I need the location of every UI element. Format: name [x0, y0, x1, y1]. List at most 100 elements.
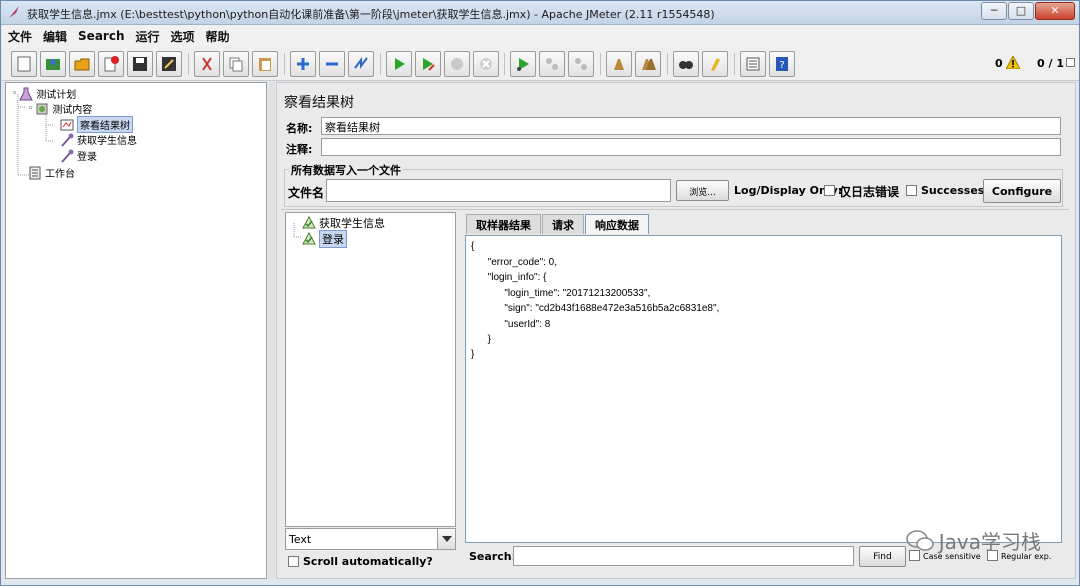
response-line: { — [471, 241, 475, 252]
save-icon[interactable] — [127, 51, 153, 77]
response-line: } — [471, 349, 475, 360]
response-data-text[interactable]: { "error_code": 0, "login_info": { "logi… — [465, 235, 1062, 543]
jmeter-feather-icon — [9, 6, 19, 18]
clear-all-icon[interactable] — [635, 51, 661, 77]
templates-icon[interactable] — [40, 51, 66, 77]
title-bar: 获取学生信息.jmx (E:\besttest\python\python自动化… — [1, 1, 1079, 25]
result-tree-icon — [60, 119, 74, 130]
scroll-automatically-checkbox[interactable] — [288, 556, 299, 567]
thread-group-icon — [36, 103, 48, 114]
errors-only-label: 仅日志错误 — [839, 185, 900, 199]
svg-text:?: ? — [779, 60, 784, 71]
filename-field[interactable] — [326, 179, 671, 202]
response-line: } — [471, 334, 492, 345]
start-icon[interactable] — [386, 51, 412, 77]
test-plan-tree: ◦ 测试计划 ◦ 测试内容 察看结果树 获取学生信息 登录 工作台 — [5, 82, 267, 579]
response-line: "login_info": { — [471, 272, 547, 283]
comment-label: 注释: — [286, 143, 313, 156]
workbench-icon — [29, 166, 41, 179]
tab-request[interactable]: 请求 — [542, 214, 584, 234]
menu-options[interactable]: 选项 — [171, 28, 195, 45]
tree-item-view-results-tree[interactable]: 察看结果树 — [60, 116, 133, 133]
find-button[interactable]: Find — [859, 546, 906, 567]
wechat-icon — [905, 529, 934, 551]
minimize-button[interactable]: ─ — [981, 2, 1007, 20]
name-field[interactable]: 察看结果树 — [321, 117, 1061, 135]
name-label: 名称: — [286, 122, 313, 135]
menu-bar: 文件 编辑 Search 运行 选项 帮助 — [2, 25, 1079, 47]
successes-checkbox[interactable] — [906, 185, 917, 196]
result-item-login[interactable]: 登录 — [302, 230, 347, 248]
copy-icon[interactable] — [223, 51, 249, 77]
tree-item-workbench[interactable]: 工作台 — [28, 165, 75, 180]
result-item-get-student-info[interactable]: 获取学生信息 — [302, 215, 385, 231]
window-title: 获取学生信息.jmx (E:\besttest\python\python自动化… — [27, 8, 715, 21]
tree-item-get-student-info[interactable]: 获取学生信息 — [60, 132, 137, 147]
new-icon[interactable] — [11, 51, 37, 77]
jmeter-window: 获取学生信息.jmx (E:\besttest\python\python自动化… — [0, 0, 1080, 586]
menu-run[interactable]: 运行 — [135, 28, 159, 45]
help-icon[interactable]: ? — [769, 51, 795, 77]
tab-response-data[interactable]: 响应数据 — [585, 214, 649, 234]
clear-icon[interactable] — [606, 51, 632, 77]
collapse-all-icon[interactable] — [319, 51, 345, 77]
running-indicator — [1066, 58, 1075, 67]
cut-icon[interactable] — [194, 51, 220, 77]
active-threads: 0 / 1 — [1037, 57, 1064, 70]
response-line: "login_time": "20171213200533", — [471, 288, 651, 299]
close-file-icon[interactable] — [98, 51, 124, 77]
shutdown-icon[interactable] — [473, 51, 499, 77]
save-as-icon[interactable] — [156, 51, 182, 77]
browse-button[interactable]: 浏览... — [676, 180, 729, 201]
view-results-tree-panel: 察看结果树 名称: 察看结果树 注释: 所有数据写入一个文件 文件名 浏览...… — [276, 82, 1076, 579]
maximize-button[interactable]: □ — [1008, 2, 1034, 20]
watermark: Java学习栈 — [905, 526, 1041, 555]
dropdown-arrow-icon[interactable] — [437, 529, 455, 549]
remote-start-icon[interactable] — [510, 51, 536, 77]
render-type-select[interactable]: Text — [285, 528, 456, 550]
start-no-pauses-icon[interactable] — [415, 51, 441, 77]
tab-sampler-result[interactable]: 取样器结果 — [466, 214, 541, 234]
tree-item-login[interactable]: 登录 — [60, 148, 97, 163]
remote-shutdown-icon[interactable] — [568, 51, 594, 77]
success-triangle-icon — [302, 232, 316, 245]
tree-item-thread-group[interactable]: ◦ 测试内容 — [28, 101, 92, 116]
toolbar: ? 0 0 / 1 — [2, 47, 1079, 81]
toggle-icon[interactable] — [348, 51, 374, 77]
reset-search-icon[interactable] — [702, 51, 728, 77]
sampler-results-tree: 获取学生信息 登录 — [285, 212, 456, 527]
tree-item-test-plan[interactable]: ◦ 测试计划 — [12, 86, 76, 101]
configure-button[interactable]: Configure — [983, 179, 1061, 203]
function-helper-icon[interactable] — [740, 51, 766, 77]
errors-only-checkbox[interactable] — [824, 185, 835, 196]
expand-all-icon[interactable] — [290, 51, 316, 77]
section-divider — [281, 209, 1069, 210]
menu-edit[interactable]: 编辑 — [43, 28, 67, 45]
paste-icon[interactable] — [252, 51, 278, 77]
write-to-file-title: 所有数据写入一个文件 — [289, 162, 403, 178]
stop-icon[interactable] — [444, 51, 470, 77]
menu-file[interactable]: 文件 — [8, 28, 32, 45]
flask-icon — [19, 87, 34, 100]
sampler-icon — [61, 133, 74, 147]
response-line: "userId": 8 — [471, 319, 551, 330]
response-line: "sign": "cd2b43f1688e472e3a516b5a2c6831e… — [471, 303, 720, 314]
sampler-icon — [61, 149, 74, 163]
error-count: 0 — [995, 57, 1003, 70]
menu-search[interactable]: Search — [78, 29, 124, 43]
response-line: "error_code": 0, — [471, 257, 558, 268]
panel-title: 察看结果树 — [284, 95, 354, 111]
split-pane-divider[interactable] — [269, 82, 275, 579]
search-field[interactable] — [513, 546, 854, 566]
menu-help[interactable]: 帮助 — [206, 28, 230, 45]
result-tabs: 取样器结果 请求 响应数据 — [466, 214, 650, 234]
remote-stop-icon[interactable] — [539, 51, 565, 77]
close-button[interactable]: ✕ — [1035, 2, 1075, 20]
success-triangle-icon — [302, 216, 316, 229]
comment-field[interactable] — [321, 138, 1061, 156]
search-icon[interactable] — [673, 51, 699, 77]
filename-label: 文件名 — [288, 186, 325, 200]
open-icon[interactable] — [69, 51, 95, 77]
warning-icon — [1006, 56, 1020, 69]
successes-label: Successes — [921, 184, 985, 197]
